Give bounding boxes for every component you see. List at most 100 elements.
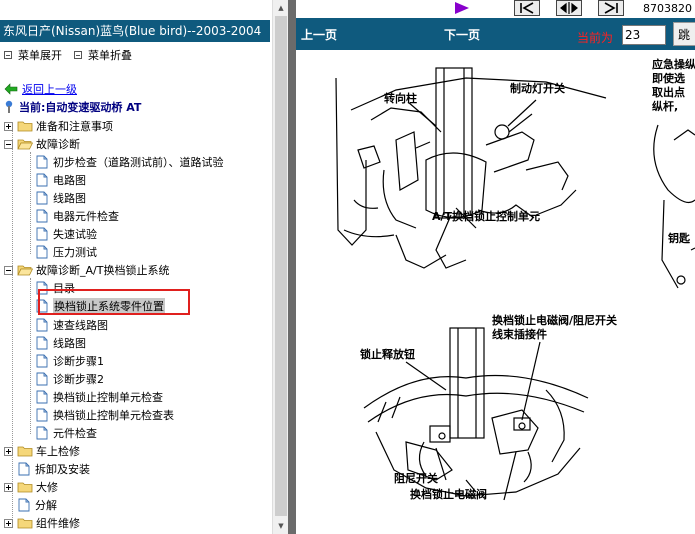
last-page-icon (604, 2, 618, 14)
jump-button[interactable]: 跳 (673, 22, 695, 46)
document-icon (36, 173, 48, 187)
tree-line (30, 278, 31, 434)
app-window: 东风日产(Nissan)蓝鸟(Blue bird)--2003-2004 菜单展… (0, 0, 695, 534)
document-icon (18, 498, 30, 512)
document-icon (36, 336, 48, 350)
tree-label: 诊断步骤2 (53, 373, 104, 386)
tree-node-diagnosis[interactable]: 故障诊断 (4, 135, 80, 153)
current-page-label: 当前为 (577, 31, 614, 45)
tree-label: 初步检查（道路测试前）、道路试验 (53, 156, 224, 169)
current-section-label: 当前:自动变速驱动桥 AT (19, 101, 142, 114)
collapse-toggle-icon[interactable] (4, 139, 13, 149)
menu-ops: 菜单展开 菜单折叠 (4, 48, 144, 62)
tree-node-overhaul[interactable]: 大修 (4, 478, 58, 496)
expand-label: 菜单展开 (18, 49, 62, 62)
tree-label: 压力测试 (53, 246, 97, 259)
next-page-button[interactable]: 下一页 (444, 26, 480, 43)
tree-item[interactable]: 失速试验 (36, 225, 97, 243)
tree-item-removal[interactable]: 拆卸及安装 (18, 460, 90, 478)
tree-node-preparation[interactable]: 准备和注意事项 (4, 117, 113, 135)
tree-item[interactable]: 线路图 (36, 334, 86, 352)
document-icon (36, 191, 48, 205)
tree-label: 线路图 (53, 337, 86, 350)
document-icon (36, 372, 48, 386)
collapse-icon (74, 51, 82, 59)
label-key: 钥匙 (668, 232, 690, 245)
folder-icon (17, 121, 33, 132)
tree-label: 拆卸及安装 (35, 463, 90, 476)
document-icon (36, 408, 48, 422)
vehicle-title: 东风日产(Nissan)蓝鸟(Blue bird)--2003-2004 (0, 20, 270, 42)
document-icon (36, 390, 48, 404)
tree-label: 故障诊断 (36, 138, 80, 151)
label-at-shift-lock-unit: A/T换档锁止控制单元 (432, 210, 541, 223)
tree-label: 速查线路图 (53, 319, 108, 332)
expand-toggle-icon[interactable] (4, 446, 13, 456)
tree-item[interactable]: 换档锁止控制单元检查表 (36, 406, 174, 424)
tree-item[interactable]: 元件检查 (36, 424, 97, 442)
folder-open-icon (17, 265, 33, 276)
label-shift-lock-solenoid: 换档锁止电磁阀 (410, 488, 487, 501)
side-note-4: 纵杆, (652, 100, 679, 113)
tree-node-onboard-service[interactable]: 车上检修 (4, 442, 80, 460)
scrollbar-thumb[interactable] (275, 16, 287, 516)
collapse-label: 菜单折叠 (88, 49, 132, 62)
document-icon (18, 462, 30, 476)
parts-location-diagram: 转向柱 制动灯开关 A/T换档锁止控制单元 应急操纵 即使选 取出点 纵杆, 钥… (296, 50, 695, 534)
collapse-toggle-icon[interactable] (4, 265, 13, 275)
expand-menu-button[interactable]: 菜单展开 (4, 47, 62, 63)
diagram-drawing (335, 67, 695, 501)
toolbar-last-button[interactable] (598, 0, 624, 16)
tree-node-component-repair[interactable]: 组件维修 (4, 514, 80, 532)
tree-item[interactable]: 换档锁止控制单元检查 (36, 388, 163, 406)
tree-item[interactable]: 电路图 (36, 171, 86, 189)
folder-icon (17, 518, 33, 529)
toolbar-first-button[interactable] (514, 0, 540, 16)
tree-item[interactable]: 速查线路图 (36, 316, 108, 334)
tree-line (12, 122, 13, 522)
tree-label: 电器元件检查 (53, 210, 119, 223)
folder-open-icon (17, 139, 33, 150)
label-damper-switch: 阻尼开关 (394, 472, 438, 485)
tree-item[interactable]: 初步检查（道路测试前）、道路试验 (36, 153, 224, 171)
expand-toggle-icon[interactable] (4, 482, 13, 492)
tree-item-disassembly[interactable]: 分解 (18, 496, 57, 514)
content-panel: 8703820 上一页 下一页 当前为 跳 (296, 0, 695, 534)
scroll-down-icon[interactable]: ▼ (273, 518, 289, 534)
back-link-row[interactable]: 返回上一级 (4, 80, 77, 98)
tree-item[interactable]: 电器元件检查 (36, 207, 119, 225)
tree-node-shift-lock-diagnosis[interactable]: 故障诊断_A/T换档锁止系统 (4, 261, 169, 279)
back-arrow-icon (4, 83, 18, 95)
page-number-input[interactable] (622, 25, 666, 45)
menu-scrollbar[interactable]: ▲ ▼ (272, 0, 288, 534)
document-icon (36, 155, 48, 169)
expand-icon (4, 51, 12, 59)
tree-label: 故障诊断_A/T换档锁止系统 (36, 264, 170, 277)
label-brake-light-switch: 制动灯开关 (510, 82, 565, 95)
panel-divider[interactable] (288, 0, 296, 534)
expand-toggle-icon[interactable] (4, 121, 13, 131)
tree-label: 分解 (35, 499, 57, 512)
tree-label: 车上检修 (36, 445, 80, 458)
expand-toggle-icon[interactable] (4, 518, 13, 528)
tree-label: 大修 (36, 481, 58, 494)
scroll-up-icon[interactable]: ▲ (273, 0, 289, 16)
play-icon[interactable] (453, 1, 471, 15)
tree-item[interactable]: 压力测试 (36, 243, 97, 261)
tree-item[interactable]: 诊断步骤2 (36, 370, 104, 388)
label-solenoid-connector-2: 线束插接件 (492, 328, 547, 341)
menu-panel: 东风日产(Nissan)蓝鸟(Blue bird)--2003-2004 菜单展… (0, 0, 272, 534)
collapse-menu-button[interactable]: 菜单折叠 (74, 47, 132, 63)
tree-item[interactable]: 线路图 (36, 189, 86, 207)
tree-label: 线路图 (53, 192, 86, 205)
tree-label: 失速试验 (53, 228, 97, 241)
top-toolbar: 8703820 (296, 0, 695, 18)
tree-label: 换档锁止控制单元检查表 (53, 409, 174, 422)
toolbar-split-button[interactable] (556, 0, 582, 16)
document-icon (36, 354, 48, 368)
prev-page-button[interactable]: 上一页 (301, 26, 337, 43)
back-link[interactable]: 返回上一级 (22, 81, 77, 97)
tree-label: 元件检查 (53, 427, 97, 440)
location-pin-icon (5, 100, 13, 113)
tree-item[interactable]: 诊断步骤1 (36, 352, 104, 370)
